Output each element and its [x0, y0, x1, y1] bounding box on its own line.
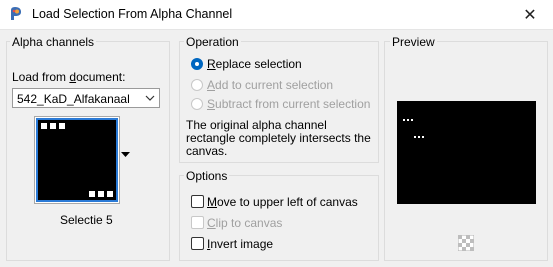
thumbnail-dot — [89, 191, 95, 197]
add-to-selection-label[interactable]: Add to current selection — [207, 78, 333, 92]
clip-to-canvas-label[interactable]: Clip to canvas — [207, 216, 282, 230]
preview-canvas — [397, 101, 536, 204]
subtract-from-selection-radio[interactable] — [191, 98, 203, 110]
close-button[interactable]: ✕ — [507, 0, 553, 29]
paintshop-app-icon — [8, 6, 24, 22]
document-select[interactable]: 542_KaD_Alfakanaal — [12, 88, 160, 108]
invert-image-label[interactable]: Invert image — [207, 237, 273, 251]
alpha-channel-thumbnail-frame[interactable] — [34, 116, 120, 204]
preview-dot — [403, 119, 405, 121]
load-from-document-label: Load from document: — [12, 70, 126, 84]
subtract-from-selection-label[interactable]: Subtract from current selection — [207, 97, 370, 111]
thumbnail-dot — [50, 123, 56, 129]
transparency-checkerboard-icon[interactable] — [457, 234, 475, 252]
invert-image-checkbox[interactable] — [191, 237, 204, 250]
operation-title: Operation — [184, 35, 241, 49]
preview-dot — [414, 136, 416, 138]
thumbnail-dot — [41, 123, 47, 129]
move-to-upper-left-checkbox[interactable] — [191, 195, 204, 208]
title-bar: Load Selection From Alpha Channel ✕ — [0, 0, 553, 30]
operation-description: The original alpha channel rectangle com… — [186, 118, 371, 158]
replace-selection-radio[interactable] — [191, 58, 203, 70]
close-icon: ✕ — [523, 6, 537, 24]
alpha-channel-thumbnail[interactable] — [36, 118, 118, 202]
alpha-channels-title: Alpha channels — [10, 35, 97, 49]
preview-dot — [407, 119, 409, 121]
preview-dot — [422, 136, 424, 138]
chevron-down-icon — [145, 91, 155, 108]
add-to-selection-radio[interactable] — [191, 79, 203, 91]
options-title: Options — [184, 169, 230, 183]
thumbnail-dot — [59, 123, 65, 129]
thumbnail-dropdown-arrow-icon[interactable] — [121, 150, 130, 160]
preview-dot — [411, 119, 413, 121]
document-select-value: 542_KaD_Alfakanaal — [17, 92, 130, 106]
preview-dot — [418, 136, 420, 138]
clip-to-canvas-checkbox[interactable] — [191, 216, 204, 229]
window-title: Load Selection From Alpha Channel — [32, 7, 233, 21]
preview-title: Preview — [390, 35, 437, 49]
thumbnail-dot — [107, 191, 113, 197]
move-to-upper-left-label[interactable]: Move to upper left of canvas — [207, 195, 358, 209]
thumbnail-dot — [98, 191, 104, 197]
replace-selection-label[interactable]: Replace selection — [207, 57, 302, 71]
selection-caption: Selectie 5 — [60, 213, 113, 227]
